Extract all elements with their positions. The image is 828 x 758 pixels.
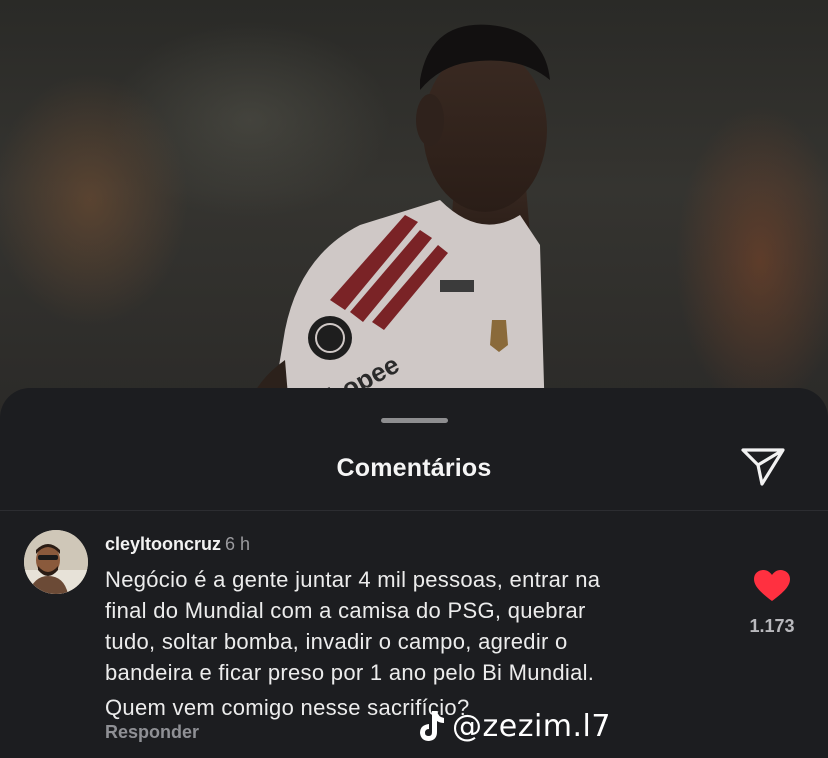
watermark-handle: @zezim.l7	[452, 708, 611, 744]
comment-text: Negócio é a gente juntar 4 mil pessoas, …	[105, 564, 715, 723]
comment-line: bandeira e ficar preso por 1 ano pelo Bi…	[105, 660, 595, 685]
avatar[interactable]	[24, 530, 88, 594]
sheet-drag-handle[interactable]	[381, 418, 448, 423]
comments-sheet: Comentários cleyltooncruz 6 h Negócio é a…	[0, 388, 828, 758]
comment-timestamp: 6 h	[225, 534, 251, 554]
comment-item: cleyltooncruz 6 h Negócio é a gente junta…	[0, 528, 828, 748]
like-button[interactable]	[752, 568, 792, 604]
post-background-photo: hopee	[0, 0, 828, 420]
share-button[interactable]	[738, 444, 788, 490]
comment-line: final do Mundial com a camisa do PSG, qu…	[105, 598, 586, 623]
comment-line: tudo, soltar bomba, invadir o campo, agr…	[105, 629, 568, 654]
tiktok-icon	[420, 711, 444, 741]
comment-line: Quem vem comigo nesse sacrifício?	[105, 695, 470, 720]
user-photo	[24, 530, 88, 594]
comment-line: Negócio é a gente juntar 4 mil pessoas, …	[105, 567, 601, 592]
tiktok-watermark: @zezim.l7	[416, 706, 611, 746]
like-count: 1.173	[749, 616, 795, 636]
comment-header: cleyltooncruz 6 h	[105, 534, 250, 555]
paper-plane-icon	[741, 448, 785, 486]
comment-username[interactable]: cleyltooncruz	[105, 534, 221, 554]
reply-button[interactable]: Responder	[105, 722, 199, 743]
sheet-title: Comentários	[336, 454, 492, 482]
heart-icon	[754, 570, 790, 601]
player-illustration: hopee	[245, 24, 550, 420]
header-divider	[0, 510, 828, 511]
